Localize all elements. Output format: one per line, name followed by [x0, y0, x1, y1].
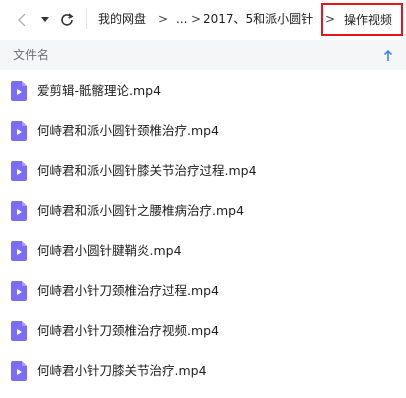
breadcrumb-my-drive[interactable]: 我的网盘 [98, 11, 146, 27]
breadcrumb-separator: > [158, 12, 169, 26]
file-row[interactable]: 何峙君小针刀颈椎治疗过程.mp4 [0, 271, 406, 311]
file-row[interactable]: 何峙君和派小圆针膝关节治疗过程.mp4 [0, 151, 406, 191]
sort-ascending-icon[interactable] [381, 48, 395, 62]
file-name: 何峙君和派小圆针之腰椎病治疗.mp4 [37, 203, 245, 218]
file-row[interactable]: 何峙君小针刀膝关节治疗.mp4 [0, 351, 406, 391]
history-dropdown-button[interactable] [37, 8, 53, 32]
file-name: 何峙君小针刀颈椎治疗过程.mp4 [37, 283, 220, 298]
file-row[interactable]: 爱剪辑-骶髂理论.mp4 [0, 71, 406, 111]
back-button[interactable] [14, 8, 30, 32]
chevron-left-icon [18, 13, 26, 27]
video-file-icon [11, 361, 27, 381]
caret-down-icon [41, 17, 49, 22]
file-browser: 我的网盘 > ... > 2017、5和派小圆针 > 操作视频 文件名 爱剪辑-… [0, 0, 406, 398]
navigation-bar: 我的网盘 > ... > 2017、5和派小圆针 > 操作视频 [0, 0, 406, 38]
video-file-icon [11, 81, 27, 101]
video-file-icon [11, 241, 27, 261]
breadcrumb-ellipsis[interactable]: ... [176, 11, 187, 27]
file-row[interactable]: 何峙君和派小圆针颈椎治疗.mp4 [0, 111, 406, 151]
breadcrumb-separator: > [191, 12, 202, 26]
breadcrumb-current-folder[interactable]: 操作视频 [321, 3, 403, 36]
file-name: 爱剪辑-骶髂理论.mp4 [37, 83, 162, 98]
file-name: 何峙君和派小圆针膝关节治疗过程.mp4 [37, 163, 257, 178]
breadcrumb-current-label: 操作视频 [343, 13, 392, 27]
file-row[interactable]: 何峙君小针刀颈椎治疗视频.mp4 [0, 311, 406, 351]
file-name: 何峙君小针刀膝关节治疗.mp4 [37, 363, 207, 378]
file-name: 何峙君和派小圆针颈椎治疗.mp4 [37, 123, 220, 138]
breadcrumb-folder[interactable]: 2017、5和派小圆针 [203, 11, 313, 27]
column-filename[interactable]: 文件名 [13, 47, 49, 63]
refresh-icon [61, 13, 74, 26]
video-file-icon [11, 161, 27, 181]
file-name: 何峙君小圆针腱鞘炎.mp4 [37, 243, 182, 258]
file-row[interactable]: 何峙君小圆针腱鞘炎.mp4 [0, 231, 406, 271]
nav-divider [86, 9, 87, 29]
video-file-icon [11, 321, 27, 341]
video-file-icon [11, 281, 27, 301]
refresh-button[interactable] [57, 8, 77, 32]
file-row[interactable]: 何峙君和派小圆针之腰椎病治疗.mp4 [0, 191, 406, 231]
video-file-icon [11, 201, 27, 221]
file-name: 何峙君小针刀颈椎治疗视频.mp4 [37, 323, 220, 338]
video-file-icon [11, 121, 27, 141]
column-header: 文件名 [0, 40, 406, 70]
